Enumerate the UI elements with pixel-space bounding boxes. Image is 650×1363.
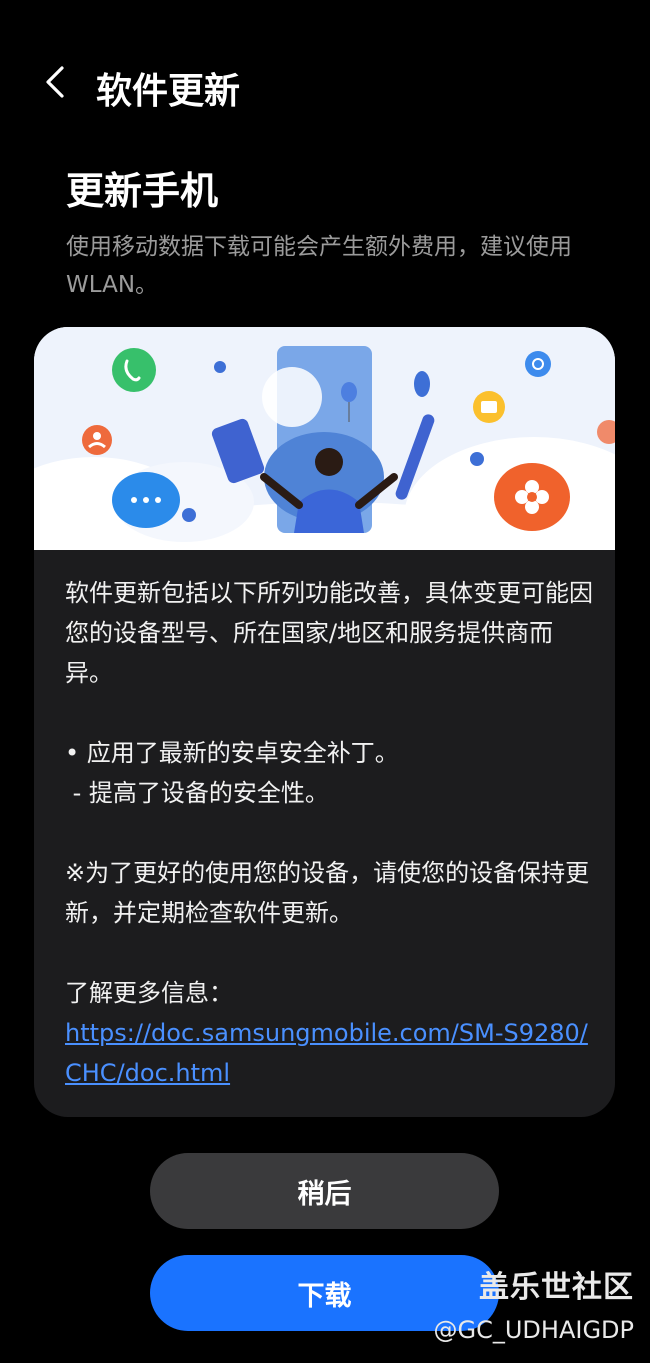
hero-illustration [34,327,615,550]
watermark-title: 盖乐世社区 [479,1270,634,1305]
bullet-item: • 应用了最新的安卓安全补丁。 [65,739,399,767]
data-usage-warning: 使用移动数据下载可能会产生额外费用，建议使用 WLAN。 [66,234,572,298]
back-button[interactable] [36,62,76,102]
later-button[interactable]: 稍后 [150,1153,499,1229]
intro-text: 软件更新包括以下所列功能改善，具体变更可能因您的设备型号、所在国家/地区和服务提… [65,579,593,687]
doc-link[interactable]: https://doc.samsungmobile.com/SM-S9280/C… [65,1013,595,1093]
more-info-label: 了解更多信息： [65,979,233,1007]
watermark: 盖乐世社区 @GC_UDHAIGDP [434,1262,635,1344]
phone-icon [112,348,156,392]
settings-icon [525,351,551,377]
page-title: 软件更新 [96,71,241,112]
person-icon [82,425,112,455]
update-heading: 更新手机 [66,169,219,213]
flower-icon [494,463,570,531]
release-notes: 软件更新包括以下所列功能改善，具体变更可能因您的设备型号、所在国家/地区和服务提… [65,573,595,1093]
folder-icon [473,391,505,423]
app-header: 软件更新 [0,40,650,130]
watermark-handle: @GC_UDHAIGDP [433,1316,635,1344]
back-icon [46,66,64,98]
sub-bullet-item: - 提高了设备的安全性。 [65,779,329,807]
update-info-card: 软件更新包括以下所列功能改善，具体变更可能因您的设备型号、所在国家/地区和服务提… [34,327,615,1117]
note-text: ※为了更好的使用您的设备，请使您的设备保持更新，并定期检查软件更新。 [65,859,590,927]
chat-icon [112,472,180,528]
